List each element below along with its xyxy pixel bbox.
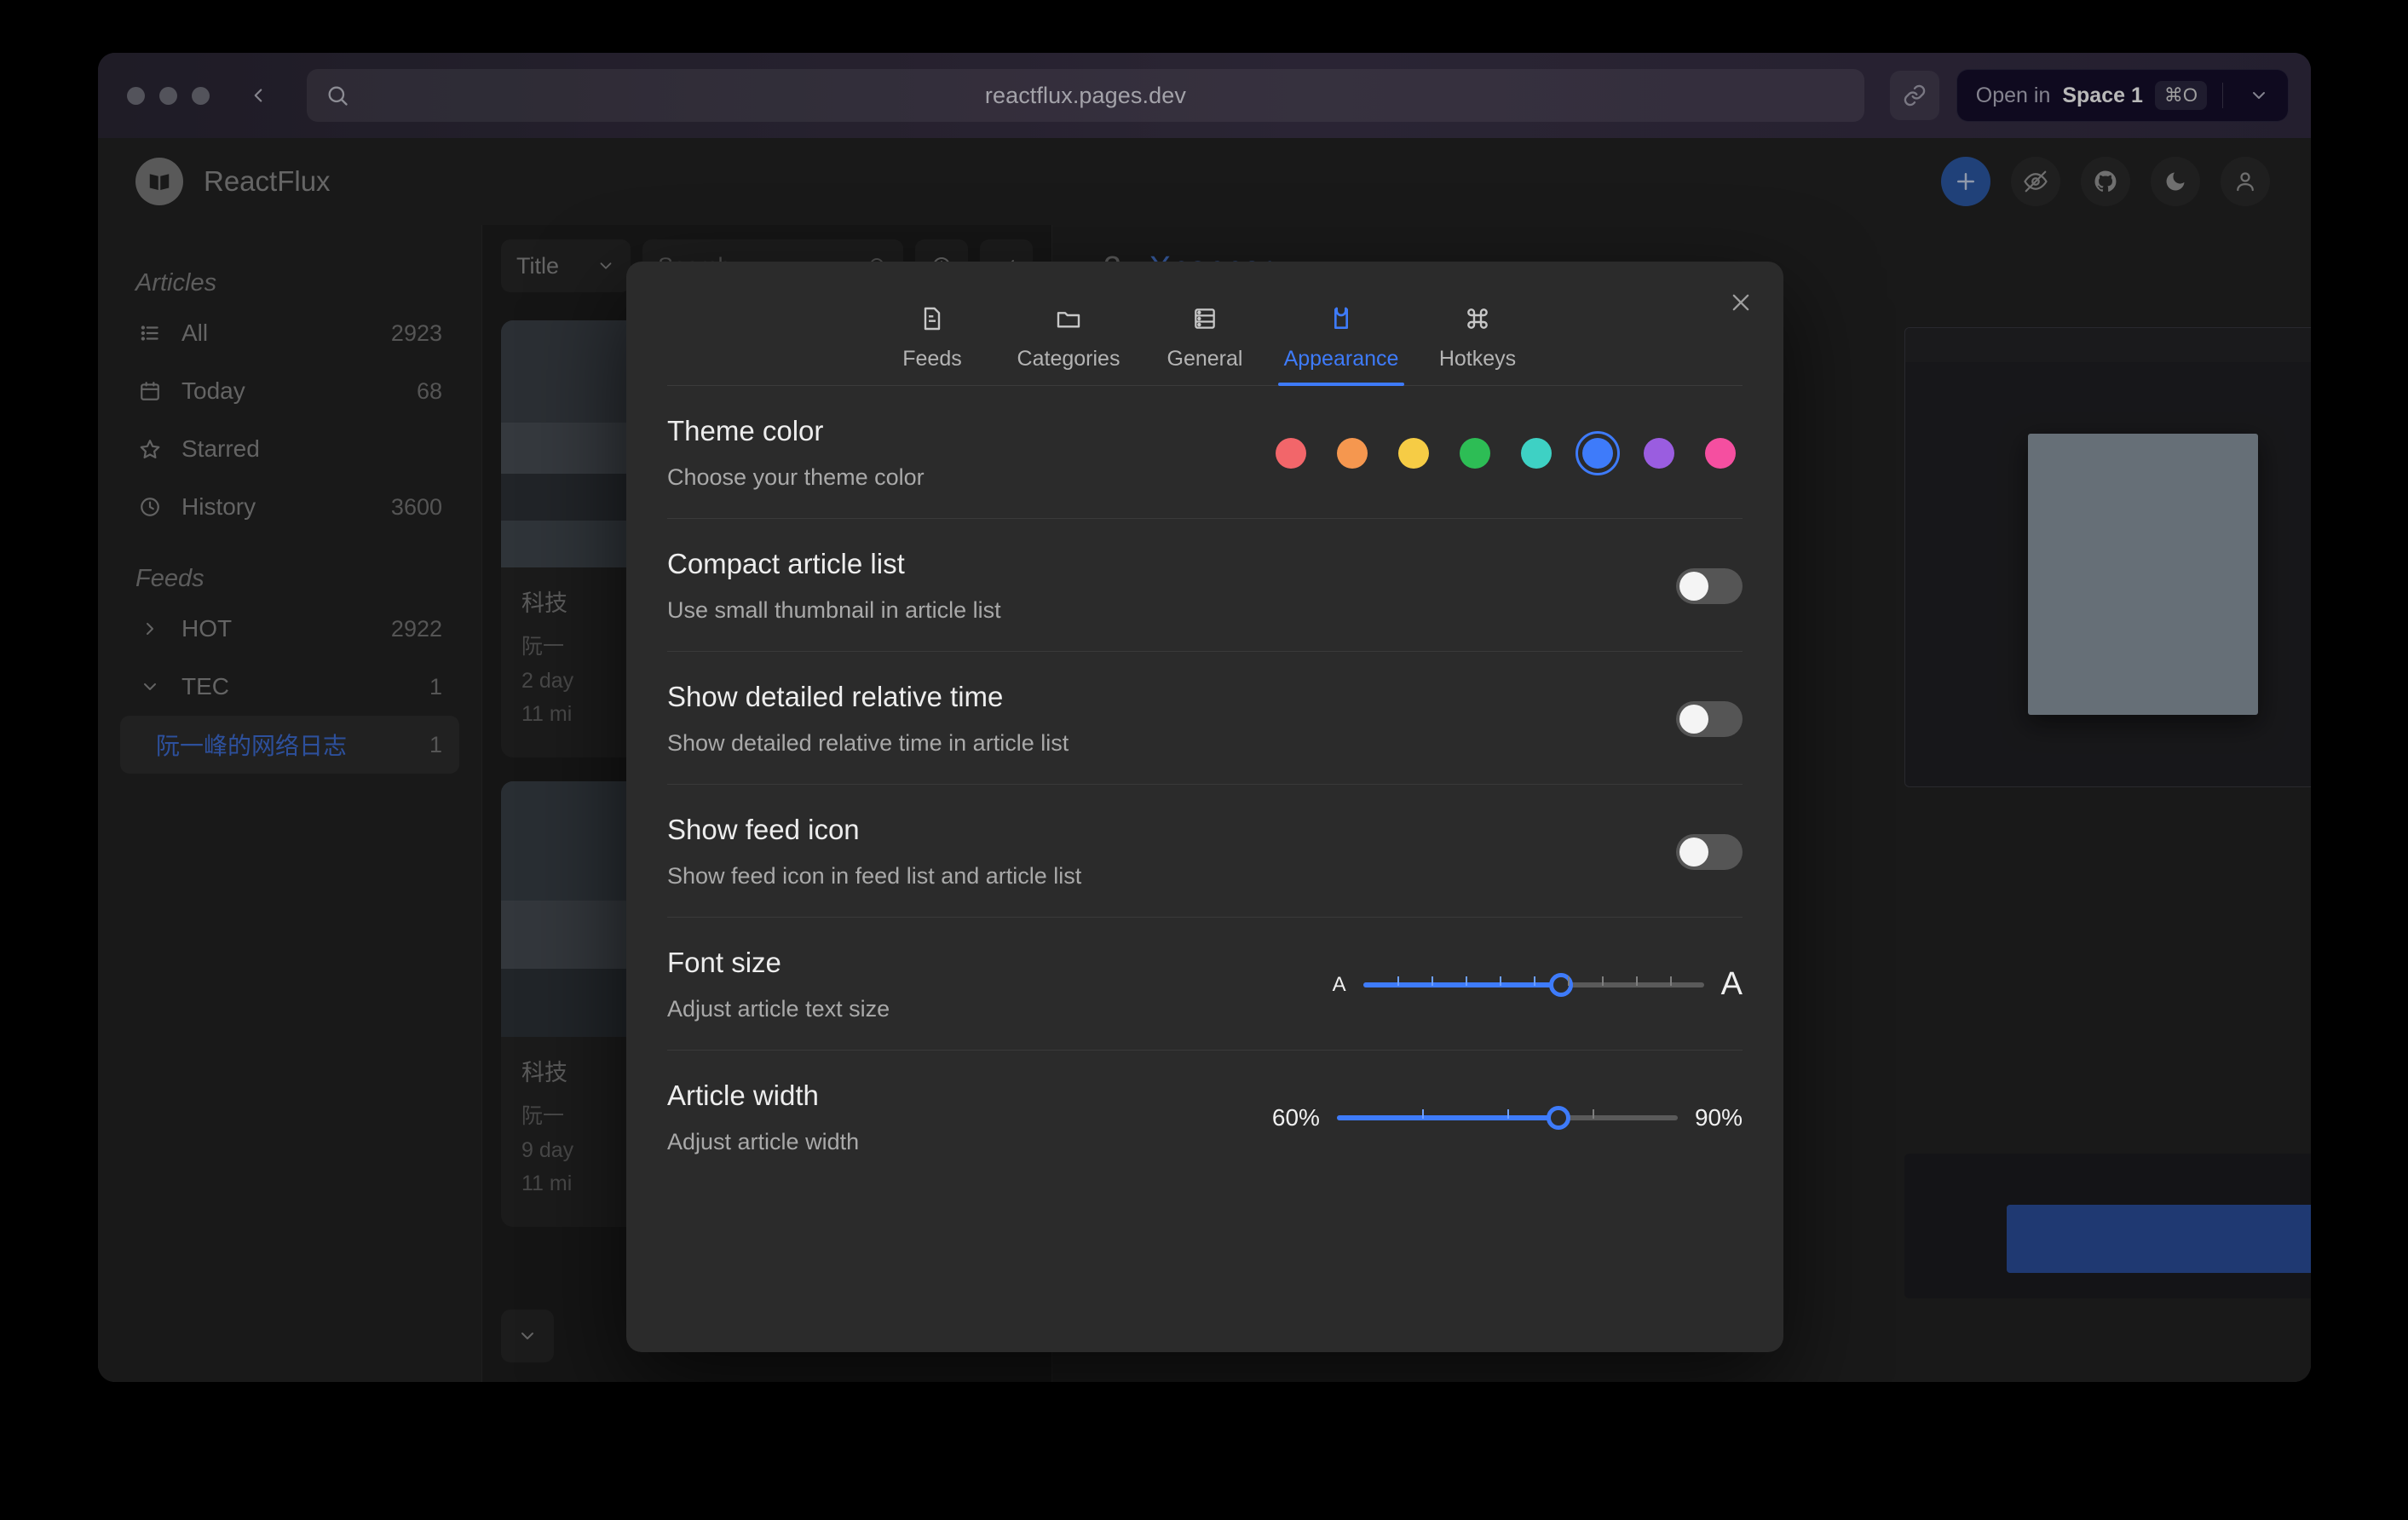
tab-label: General: [1167, 347, 1243, 371]
theme-color-swatch[interactable]: [1576, 430, 1620, 475]
theme-color-swatch[interactable]: [1453, 431, 1497, 475]
setting-title: Show feed icon: [667, 814, 860, 845]
theme-color-swatch[interactable]: [1269, 431, 1313, 475]
setting-desc: Choose your theme color: [667, 464, 925, 490]
tab-hotkeys[interactable]: Hotkeys: [1409, 302, 1546, 385]
font-size-max-label: A: [1720, 966, 1743, 1002]
tab-appearance[interactable]: Appearance: [1273, 302, 1409, 386]
setting-desc: Show detailed relative time in article l…: [667, 730, 1069, 756]
tab-categories[interactable]: Categories: [1000, 302, 1137, 385]
article-width-slider[interactable]: 60% 90%: [1272, 1104, 1743, 1131]
command-icon: [1464, 302, 1491, 335]
shirt-icon: [1328, 302, 1355, 335]
theme-color-swatch[interactable]: [1698, 431, 1743, 475]
slider-tick: [1567, 976, 1570, 986]
slider-tick: [1421, 1108, 1424, 1119]
slider-track[interactable]: [1362, 972, 1704, 997]
appearance-settings: Theme color Choose your theme color Comp…: [626, 386, 1783, 1352]
tab-label: Hotkeys: [1438, 347, 1517, 371]
setting-show-detailed-relative-time: Show detailed relative time Show detaile…: [667, 652, 1743, 785]
slider-tick: [1601, 976, 1604, 986]
font-size-min-label: A: [1332, 972, 1346, 996]
setting-desc: Use small thumbnail in article list: [667, 597, 1001, 623]
browser-window: reactflux.pages.dev Open in Space 1 ⌘O R…: [98, 53, 2311, 1382]
compact-article-list-toggle[interactable]: [1676, 567, 1743, 604]
server-icon: [1191, 302, 1218, 335]
settings-modal: Feeds Categories General Appearance Hotk…: [626, 262, 1783, 1352]
theme-color-dot[interactable]: [1398, 437, 1429, 469]
setting-title: Article width: [667, 1080, 819, 1111]
theme-color-dot[interactable]: [1582, 437, 1613, 469]
show-feed-icon-toggle[interactable]: [1676, 833, 1743, 870]
tab-label: Feeds: [902, 347, 962, 371]
setting-title: Font size: [667, 947, 781, 978]
theme-color-dot[interactable]: [1644, 437, 1674, 469]
setting-desc: Adjust article text size: [667, 996, 890, 1022]
theme-color-dot[interactable]: [1521, 437, 1552, 469]
slider-tick: [1533, 976, 1535, 986]
theme-color-swatch[interactable]: [1637, 431, 1681, 475]
settings-tabs: Feeds Categories General Appearance Hotk…: [667, 262, 1743, 386]
show-detailed-relative-time-toggle[interactable]: [1676, 700, 1743, 737]
tab-label: Categories: [1017, 347, 1120, 371]
theme-color-swatch[interactable]: [1514, 431, 1558, 475]
theme-color-dot[interactable]: [1460, 437, 1490, 469]
theme-color-dot[interactable]: [1705, 437, 1736, 469]
font-size-slider[interactable]: A A: [1333, 966, 1743, 1003]
folder-icon: [1055, 302, 1082, 335]
tab-general[interactable]: General: [1137, 302, 1273, 385]
tab-feeds[interactable]: Feeds: [864, 302, 1000, 385]
setting-font-size: Font size Adjust article text size A A: [667, 918, 1743, 1051]
setting-title: Theme color: [667, 415, 824, 446]
close-icon[interactable]: [1722, 284, 1760, 321]
slider-tick: [1465, 976, 1467, 986]
slider-track[interactable]: [1336, 1105, 1678, 1130]
slider-tick: [1669, 976, 1672, 986]
setting-desc: Show feed icon in feed list and article …: [667, 863, 1082, 889]
setting-article-width: Article width Adjust article width 60% 9…: [667, 1051, 1743, 1183]
slider-handle[interactable]: [1546, 1105, 1570, 1130]
setting-title: Show detailed relative time: [667, 681, 1004, 712]
article-width-min-label: 60%: [1271, 1103, 1320, 1131]
setting-desc: Adjust article width: [667, 1129, 860, 1154]
article-width-max-label: 90%: [1694, 1103, 1743, 1131]
file-icon: [919, 302, 946, 335]
slider-tick: [1592, 1108, 1594, 1119]
slider-tick: [1499, 976, 1501, 986]
tab-label: Appearance: [1283, 347, 1399, 371]
setting-compact-article-list: Compact article list Use small thumbnail…: [667, 519, 1743, 652]
slider-tick: [1431, 976, 1433, 986]
setting-title: Compact article list: [667, 548, 905, 579]
setting-show-feed-icon: Show feed icon Show feed icon in feed li…: [667, 785, 1743, 918]
slider-tick: [1506, 1108, 1509, 1119]
slider-tick: [1397, 976, 1399, 986]
slider-tick: [1635, 976, 1638, 986]
theme-color-swatch[interactable]: [1391, 431, 1436, 475]
theme-color-dot[interactable]: [1276, 437, 1306, 469]
theme-color-dot[interactable]: [1337, 437, 1368, 469]
setting-theme-color: Theme color Choose your theme color: [667, 386, 1743, 519]
theme-color-swatch[interactable]: [1330, 431, 1374, 475]
theme-color-swatches: [1269, 430, 1743, 475]
